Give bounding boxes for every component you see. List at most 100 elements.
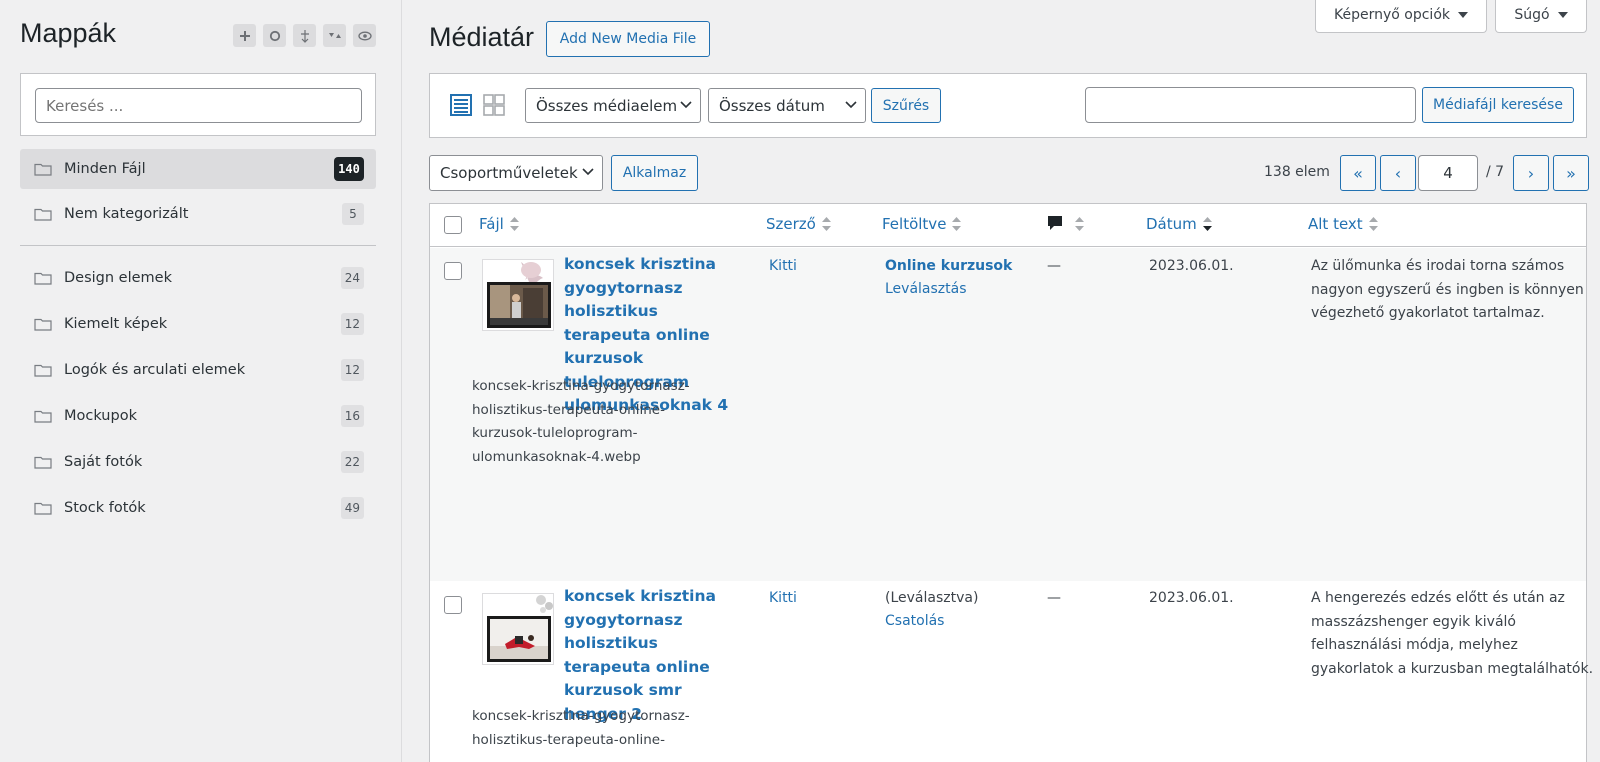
sort-icon	[509, 217, 519, 231]
column-date-label: Dátum	[1146, 215, 1197, 233]
folder-icon	[34, 162, 52, 176]
screen-options-label: Képernyő opciók	[1334, 7, 1450, 23]
folder-logos[interactable]: Logók és arculati elemek 12	[20, 350, 376, 390]
column-author[interactable]: Szerző	[766, 215, 831, 233]
next-page-button[interactable]: ›	[1513, 155, 1549, 191]
media-type-select[interactable]: Összes médiaelem	[525, 88, 701, 123]
apply-button[interactable]: Alkalmaz	[611, 155, 698, 191]
folder-icon	[34, 501, 52, 515]
date-select[interactable]: Összes dátum	[708, 88, 866, 123]
bulk-actions-select[interactable]: Csoportműveletek	[429, 155, 603, 191]
folder-icon	[34, 207, 52, 221]
folder-count-badge: 49	[340, 497, 364, 519]
folder-featured-images[interactable]: Kiemelt képek 12	[20, 304, 376, 344]
upload-date: 2023.06.01.	[1149, 590, 1234, 606]
media-type-value: Összes médiaelem	[536, 96, 678, 115]
attach-link[interactable]: Csatolás	[885, 610, 944, 634]
row-checkbox[interactable]	[444, 262, 462, 280]
folder-icon	[34, 271, 52, 285]
author-link[interactable]: Kitti	[769, 587, 797, 611]
circle-icon[interactable]	[263, 24, 286, 47]
thumbnail-image[interactable]	[482, 259, 554, 331]
folder-label: Mockupok	[64, 408, 137, 424]
detach-link[interactable]: Leválasztás	[885, 278, 967, 302]
prev-page-button[interactable]: ‹	[1380, 155, 1416, 191]
folder-uncategorized[interactable]: Nem kategorizált 5	[20, 194, 376, 234]
folder-count-badge: 22	[340, 451, 364, 473]
last-page-button[interactable]: »	[1553, 155, 1589, 191]
help-label: Súgó	[1514, 7, 1550, 23]
folder-stock-photos[interactable]: Stock fotók 49	[20, 488, 376, 528]
filter-button[interactable]: Szűrés	[871, 88, 941, 123]
first-page-button[interactable]: «	[1340, 155, 1376, 191]
thumbnail-image[interactable]	[482, 593, 554, 665]
folders-sidebar: Mappák Minden Fájl 140 Nem kategorizált	[0, 0, 402, 762]
media-toolbar: Összes médiaelem Összes dátum Szűrés Méd…	[429, 73, 1587, 138]
folder-icon	[34, 409, 52, 423]
search-media-button[interactable]: Médiafájl keresése	[1422, 87, 1574, 123]
row-checkbox[interactable]	[444, 596, 462, 614]
uploaded-to-status: (Leválasztva)	[885, 590, 979, 606]
folder-label: Kiemelt képek	[64, 316, 168, 332]
chevron-down-icon	[582, 168, 594, 176]
bulk-actions-value: Csoportműveletek	[440, 164, 578, 182]
folder-design-elements[interactable]: Design elemek 24	[20, 258, 376, 298]
alt-text: A hengerezés edzés előtt és után az mass…	[1311, 590, 1594, 677]
select-all-checkbox[interactable]	[444, 216, 462, 234]
folder-search-input[interactable]	[35, 88, 362, 123]
file-name: koncsek-krisztina-gyogytornasz-holisztik…	[472, 378, 690, 465]
column-comments[interactable]	[1047, 215, 1084, 232]
uploaded-to-link[interactable]: Online kurzusok	[885, 255, 1012, 279]
add-new-media-button[interactable]: Add New Media File	[546, 21, 710, 57]
file-title-text: koncsek krisztina gyogytornasz holisztik…	[564, 587, 716, 723]
media-search-input[interactable]	[1085, 87, 1416, 123]
total-pages: / 7	[1486, 164, 1505, 180]
alt-text: Az ülőmunka és irodai torna számos nagyo…	[1311, 258, 1584, 321]
column-author-label: Szerző	[766, 215, 816, 233]
column-alt-label: Alt text	[1308, 215, 1363, 233]
caret-down-icon	[1458, 12, 1468, 18]
folder-label: Saját fotók	[64, 454, 143, 470]
folder-label: Minden Fájl	[64, 161, 146, 177]
sort-icon	[1075, 216, 1084, 231]
upload-date: 2023.06.01.	[1149, 258, 1234, 274]
current-page-input[interactable]: 4	[1418, 155, 1478, 191]
chevron-down-icon	[845, 101, 857, 109]
date-value: Összes dátum	[719, 96, 825, 115]
grid-view-icon[interactable]	[483, 94, 505, 116]
folder-own-photos[interactable]: Saját fotók 22	[20, 442, 376, 482]
chevron-down-icon	[680, 101, 692, 109]
folder-icon	[34, 455, 52, 469]
add-folder-icon[interactable]	[233, 24, 256, 47]
column-uploaded[interactable]: Feltöltve	[882, 215, 962, 233]
folder-mockups[interactable]: Mockupok 16	[20, 396, 376, 436]
item-count: 138 elem	[1264, 164, 1330, 180]
folder-label: Nem kategorizált	[64, 206, 189, 222]
screen-options-tab[interactable]: Képernyő opciók	[1315, 0, 1487, 33]
sort-icon	[952, 217, 962, 231]
sidebar-divider	[20, 245, 376, 246]
column-file[interactable]: Fájl	[479, 215, 519, 233]
folder-count-badge: 12	[340, 313, 364, 335]
comment-icon	[1048, 216, 1062, 230]
list-view-icon[interactable]	[450, 94, 472, 116]
column-date[interactable]: Dátum	[1146, 215, 1212, 233]
folder-icon	[34, 317, 52, 331]
folder-label: Stock fotók	[64, 500, 146, 516]
sort-desc-icon	[1202, 217, 1212, 231]
help-tab[interactable]: Súgó	[1495, 0, 1587, 33]
folder-all-files[interactable]: Minden Fájl 140	[20, 149, 376, 189]
media-table: Fájl Szerző Feltöltve Dátum Alt text kon…	[429, 203, 1593, 762]
sort-icon[interactable]	[323, 24, 346, 47]
folder-count-badge: 24	[340, 267, 364, 289]
collapse-icon[interactable]	[293, 24, 316, 47]
folder-count-badge: 16	[340, 405, 364, 427]
folder-icon	[34, 363, 52, 377]
folder-count-badge: 12	[340, 359, 364, 381]
column-alt-text[interactable]: Alt text	[1308, 215, 1378, 233]
eye-icon[interactable]	[353, 24, 376, 47]
folder-search-box	[20, 73, 376, 136]
sort-icon	[1368, 217, 1378, 231]
author-link[interactable]: Kitti	[769, 255, 797, 279]
comments-count: —	[1047, 258, 1061, 274]
